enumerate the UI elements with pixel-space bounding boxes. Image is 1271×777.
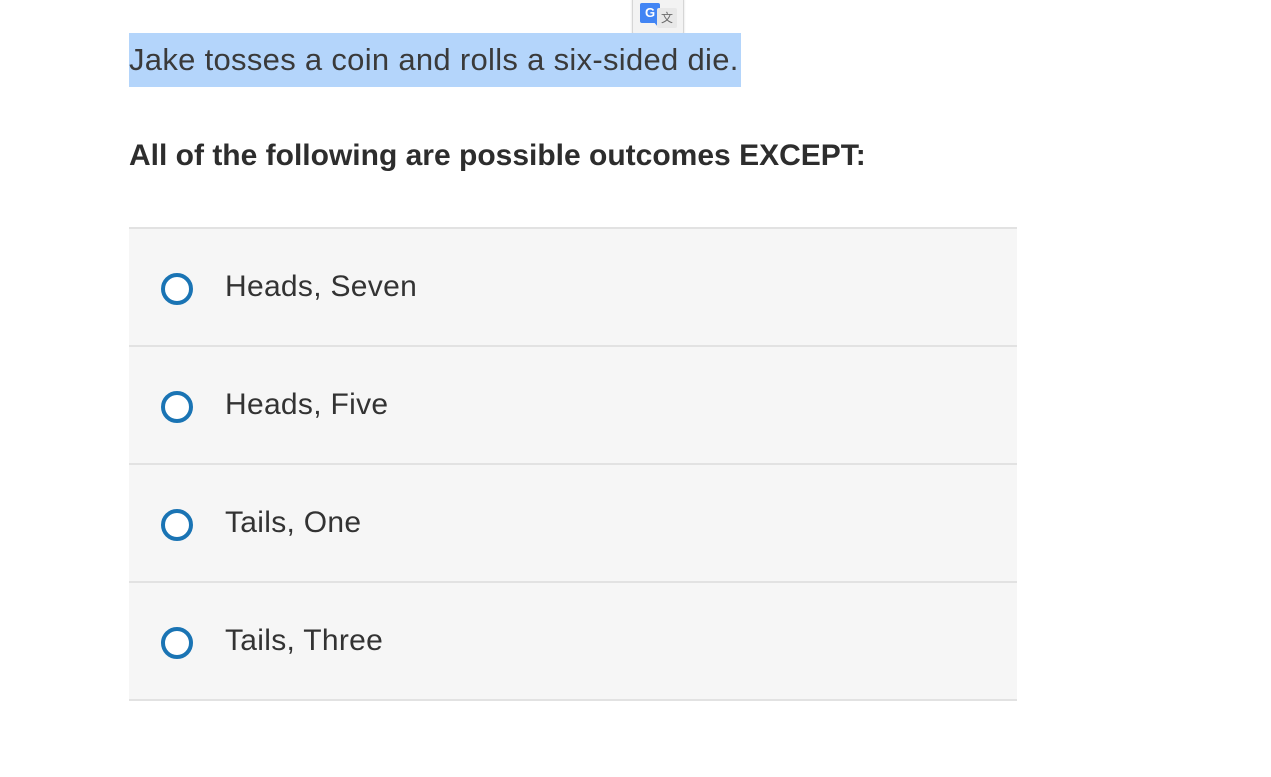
radio-button[interactable]	[161, 627, 193, 659]
radio-button[interactable]	[161, 509, 193, 541]
answer-choice[interactable]: Tails, Three	[129, 583, 1017, 701]
answer-choice-label: Tails, Three	[225, 624, 384, 657]
question-prompt: All of the following are possible outcom…	[129, 139, 866, 172]
translate-wen-glyph: 文	[657, 8, 677, 28]
radio-button[interactable]	[161, 273, 193, 305]
radio-button[interactable]	[161, 391, 193, 423]
answer-choice-label: Heads, Seven	[225, 270, 418, 303]
answer-choice[interactable]: Heads, Seven	[129, 229, 1017, 347]
answer-choice-label: Tails, One	[225, 506, 362, 539]
question-page: G 文 Jake tosses a coin and rolls a six-s…	[0, 0, 1271, 777]
answer-choice[interactable]: Heads, Five	[129, 347, 1017, 465]
question-stem: Jake tosses a coin and rolls a six-sided…	[129, 33, 741, 87]
answer-choice[interactable]: Tails, One	[129, 465, 1017, 583]
answer-choices: Heads, Seven Heads, Five Tails, One Tail…	[129, 227, 1017, 701]
answer-choice-label: Heads, Five	[225, 388, 389, 421]
